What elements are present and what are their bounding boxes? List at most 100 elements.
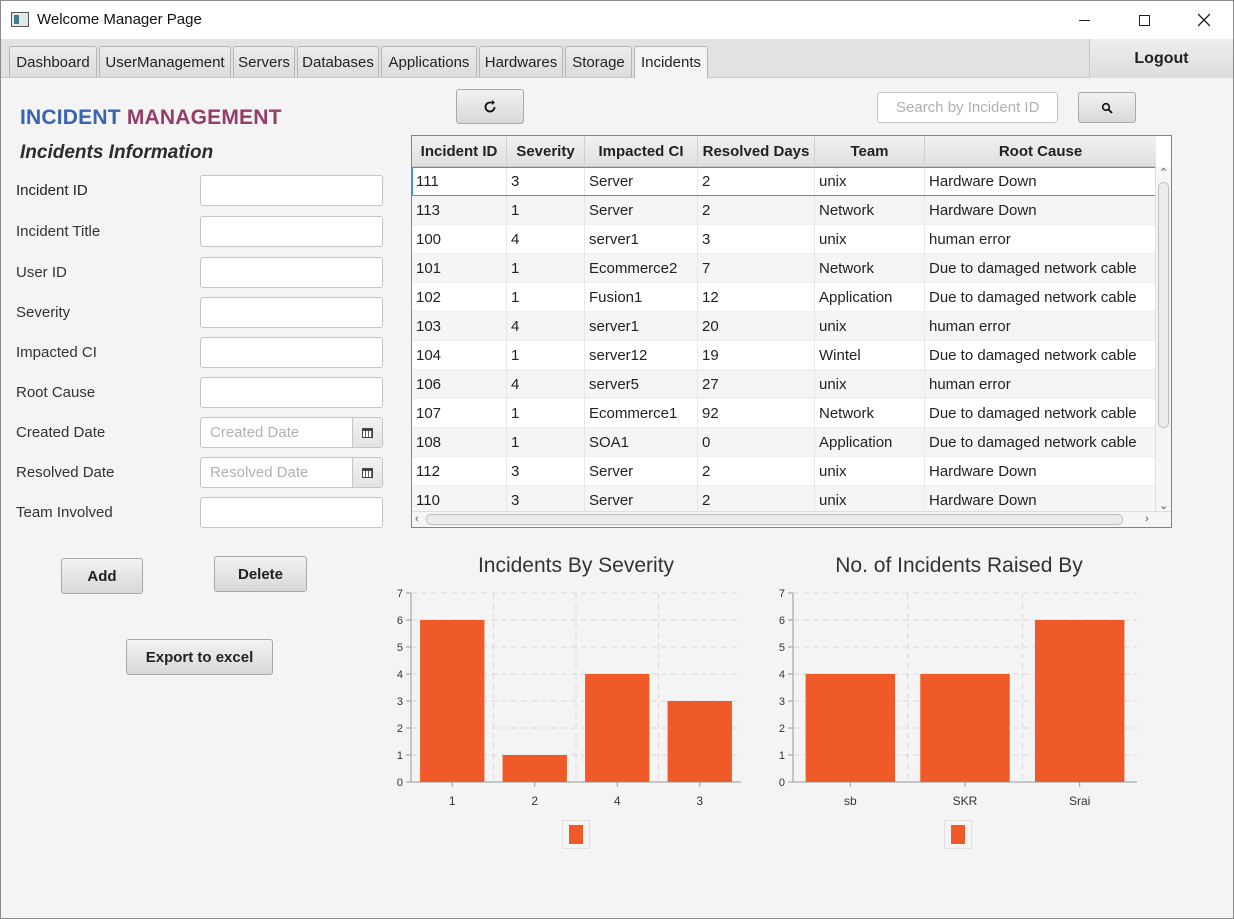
table-cell: 1	[507, 399, 585, 428]
minimize-button[interactable]	[1055, 1, 1113, 39]
severity-input[interactable]	[200, 297, 383, 328]
table-cell: unix	[815, 312, 925, 341]
tab-storage[interactable]: Storage	[565, 46, 632, 77]
tab-dashboard[interactable]: Dashboard	[9, 46, 97, 77]
team-involved-input[interactable]	[200, 497, 383, 528]
page-title-part2: MANAGEMENT	[126, 106, 282, 129]
table-cell: 112	[412, 457, 507, 486]
table-row[interactable]: 104 1 server12 19 Wintel Due to damaged netwo…	[412, 341, 1156, 370]
delete-button[interactable]: Delete	[214, 556, 307, 592]
table-cell: 19	[698, 341, 815, 370]
table-cell: Network	[815, 399, 925, 428]
created-date-calendar-button[interactable]	[352, 418, 382, 447]
maximize-icon	[1138, 14, 1150, 26]
table-cell: 2	[698, 196, 815, 225]
table-cell: Ecommerce1	[585, 399, 698, 428]
severity-label: Severity	[16, 304, 71, 321]
incident-id-input[interactable]	[200, 175, 383, 206]
table-cell: Due to damaged network cable	[929, 289, 1137, 306]
raised-by-chart-legend-icon	[944, 820, 972, 849]
user-id-label: User ID	[16, 264, 67, 281]
close-icon	[1197, 13, 1211, 27]
resolved-date-calendar-button[interactable]	[352, 458, 382, 487]
table-cell: Hardware Down	[929, 173, 1037, 190]
table-cell: 4	[507, 312, 585, 341]
tab-incidents[interactable]: Incidents	[634, 46, 708, 78]
tab-servers[interactable]: Servers	[233, 46, 295, 77]
user-id-input[interactable]	[200, 257, 383, 288]
export-excel-button[interactable]: Export to excel	[126, 639, 273, 675]
created-date-picker[interactable]: Created Date	[200, 417, 383, 448]
incident-title-input[interactable]	[200, 216, 383, 247]
table-cell: 3	[507, 167, 585, 196]
incidents-table[interactable]: Incident ID Severity Impacted CI Resolve…	[411, 135, 1172, 528]
table-row[interactable]: 107 1 Ecommerce1 92 Network Due to damaged ne…	[412, 399, 1156, 428]
table-cell: 106	[412, 370, 507, 399]
table-cell: server5	[585, 370, 698, 399]
legend-swatch	[951, 825, 965, 844]
close-button[interactable]	[1175, 1, 1233, 39]
table-row[interactable]: 113 1 Server 2 Network Hardware Down	[412, 196, 1156, 225]
table-cell: 3	[507, 457, 585, 486]
scroll-left-icon[interactable]: ‹	[415, 514, 419, 525]
table-row[interactable]: 103 4 server1 20 unix human error	[412, 312, 1156, 341]
table-row[interactable]: 106 4 server5 27 unix human error	[412, 370, 1156, 399]
search-button[interactable]	[1078, 92, 1136, 123]
x-axis-tick-label: 3	[696, 794, 703, 808]
tab-hardwares[interactable]: Hardwares	[479, 46, 563, 77]
app-icon	[11, 12, 29, 27]
table-row[interactable]: 108 1 SOA1 0 Application Due to damaged netwo…	[412, 428, 1156, 457]
table-cell: Network	[815, 254, 925, 283]
impacted-ci-input[interactable]	[200, 337, 383, 368]
refresh-button[interactable]	[456, 89, 524, 124]
vertical-scrollbar[interactable]: ⌃ ⌄	[1155, 167, 1171, 513]
column-header-root-cause[interactable]: Root Cause	[925, 136, 1156, 167]
table-cell: Fusion1	[585, 283, 698, 312]
table-row[interactable]: 111 3 Server 2 unix Hardware Down	[412, 167, 1156, 196]
table-cell: Server	[585, 196, 698, 225]
table-cell: unix	[815, 167, 925, 196]
severity-chart-legend-icon	[562, 820, 590, 849]
logout-button[interactable]: Logout	[1089, 39, 1233, 78]
tab-user-management[interactable]: UserManagement	[99, 46, 231, 77]
column-header-incident-id[interactable]: Incident ID	[412, 136, 507, 167]
table-cell: human error	[929, 376, 1011, 393]
y-axis-tick-label: 3	[397, 696, 403, 708]
add-button[interactable]: Add	[61, 558, 143, 594]
tab-databases[interactable]: Databases	[297, 46, 379, 77]
table-cell: 113	[412, 196, 507, 225]
column-header-team[interactable]: Team	[815, 136, 925, 167]
table-cell: Ecommerce2	[585, 254, 698, 283]
scroll-right-icon[interactable]: ›	[1145, 514, 1149, 525]
horizontal-scroll-thumb[interactable]	[426, 514, 1123, 525]
table-row[interactable]: 102 1 Fusion1 12 Application Due to damaged n…	[412, 283, 1156, 312]
table-row[interactable]: 101 1 Ecommerce2 7 Network Due to damaged net…	[412, 254, 1156, 283]
resolved-date-picker[interactable]: Resolved Date	[200, 457, 383, 488]
root-cause-input[interactable]	[200, 377, 383, 408]
column-header-severity[interactable]: Severity	[507, 136, 585, 167]
table-cell: Wintel	[815, 341, 925, 370]
search-input[interactable]: Search by Incident ID	[877, 92, 1058, 123]
horizontal-scrollbar[interactable]: ‹ ›	[412, 511, 1171, 527]
table-cell: server1	[585, 312, 698, 341]
column-header-resolved-days[interactable]: Resolved Days	[698, 136, 815, 167]
root-cause-label: Root Cause	[16, 384, 96, 401]
bar	[585, 674, 650, 782]
y-axis-tick-label: 5	[397, 642, 403, 654]
table-cell: Due to damaged network cable	[929, 347, 1137, 364]
x-axis-tick-label: 4	[614, 794, 621, 808]
scroll-up-icon[interactable]: ⌃	[1159, 168, 1168, 179]
x-axis-tick-label: SKR	[953, 794, 978, 808]
table-cell: server1	[585, 225, 698, 254]
maximize-button[interactable]	[1115, 1, 1173, 39]
column-header-impacted-ci[interactable]: Impacted CI	[585, 136, 698, 167]
bar	[502, 755, 567, 782]
calendar-icon	[362, 427, 373, 438]
y-axis-tick-label: 0	[397, 777, 403, 789]
table-row[interactable]: 100 4 server1 3 unix human error	[412, 225, 1156, 254]
tab-applications[interactable]: Applications	[381, 46, 477, 77]
y-axis-tick-label: 1	[397, 750, 403, 762]
created-date-label: Created Date	[16, 424, 106, 441]
vertical-scroll-thumb[interactable]	[1158, 182, 1169, 428]
table-row[interactable]: 112 3 Server 2 unix Hardware Down	[412, 457, 1156, 486]
